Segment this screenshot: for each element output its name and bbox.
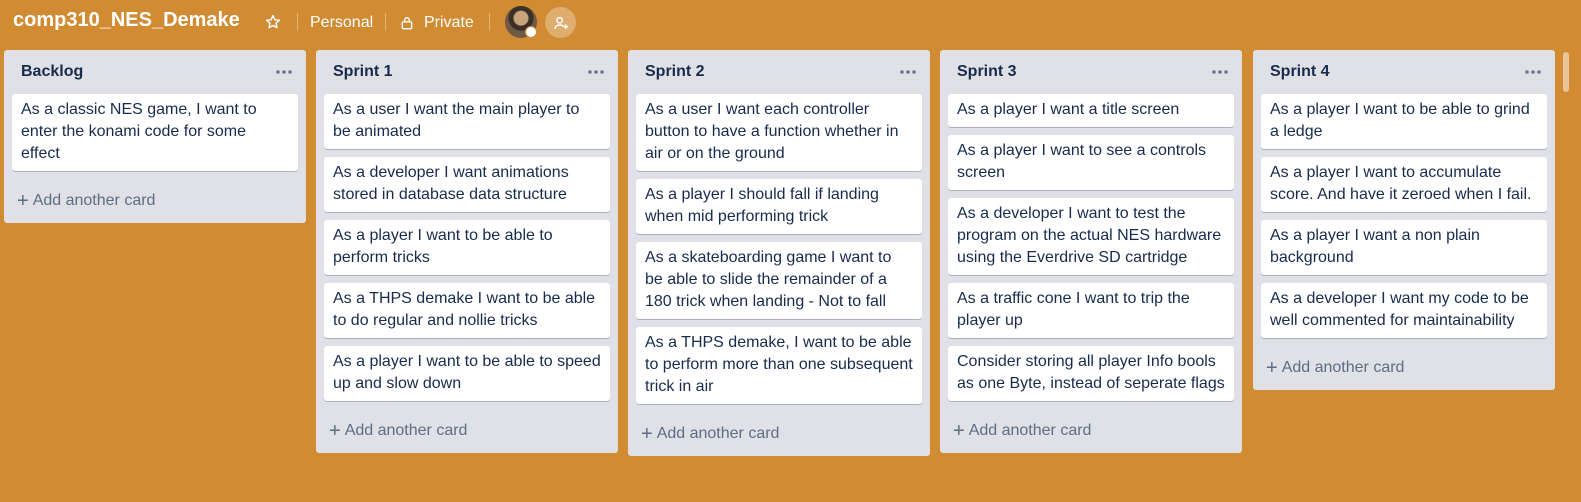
list-menu-button[interactable] <box>586 62 606 82</box>
add-card-label: Add another card <box>968 422 1092 439</box>
add-card-button[interactable]: + Add another card <box>628 412 930 456</box>
card[interactable]: As a developer I want my code to be well… <box>1261 283 1547 338</box>
plus-icon: + <box>17 190 29 212</box>
list-header: Backlog <box>4 50 306 94</box>
list-title[interactable]: Sprint 4 <box>1270 63 1330 81</box>
card[interactable]: As a player I want a non plain backgroun… <box>1261 220 1547 275</box>
list-menu-button[interactable] <box>898 62 918 82</box>
card[interactable]: As a player I want to be able to perform… <box>324 220 610 275</box>
add-card-button[interactable]: + Add another card <box>1253 346 1555 390</box>
header-divider <box>489 13 490 31</box>
star-button[interactable] <box>263 12 283 32</box>
more-icon <box>1212 70 1228 74</box>
list-header: Sprint 1 <box>316 50 618 94</box>
card[interactable]: As a player I want to accumulate score. … <box>1261 157 1547 212</box>
header-divider <box>385 13 386 31</box>
list-menu-button[interactable] <box>1210 62 1230 82</box>
list-header: Sprint 3 <box>940 50 1242 94</box>
add-card-button[interactable]: + Add another card <box>4 179 306 223</box>
add-card-button[interactable]: + Add another card <box>316 409 618 453</box>
more-icon <box>1525 70 1541 74</box>
list-title[interactable]: Backlog <box>21 63 83 81</box>
visibility-button[interactable]: Private <box>400 12 474 34</box>
more-icon <box>276 70 292 74</box>
add-card-label: Add another card <box>656 425 780 442</box>
visibility-label: Private <box>424 14 474 31</box>
plus-icon: + <box>1266 357 1278 379</box>
add-card-label: Add another card <box>1281 359 1405 376</box>
card[interactable]: As a player I want a title screen <box>948 94 1234 127</box>
card[interactable]: As a traffic cone I want to trip the pla… <box>948 283 1234 338</box>
list-menu-button[interactable] <box>274 62 294 82</box>
card[interactable]: As a classic NES game, I want to enter t… <box>12 94 298 171</box>
more-icon <box>588 70 604 74</box>
card[interactable]: As a player I want to see a controls scr… <box>948 135 1234 190</box>
list-title[interactable]: Sprint 2 <box>645 63 705 81</box>
team-button[interactable]: Personal <box>310 12 373 34</box>
list-backlog: Backlog As a classic NES game, I want to… <box>4 50 306 223</box>
add-card-label: Add another card <box>344 422 468 439</box>
list-menu-button[interactable] <box>1523 62 1543 82</box>
board-title[interactable]: comp310_NES_Demake <box>13 9 240 32</box>
card[interactable]: As a player I should fall if landing whe… <box>636 179 922 234</box>
list-sprint-4: Sprint 4 As a player I want to be able t… <box>1253 50 1555 390</box>
card[interactable]: As a user I want each controller button … <box>636 94 922 171</box>
invite-member-button[interactable] <box>545 7 576 38</box>
card[interactable]: Consider storing all player Info bools a… <box>948 346 1234 401</box>
header-divider <box>297 13 298 31</box>
card[interactable]: As a THPS demake I want to be able to do… <box>324 283 610 338</box>
card[interactable]: As a developer I want to test the progra… <box>948 198 1234 275</box>
card[interactable]: As a player I want to be able to grind a… <box>1261 94 1547 149</box>
add-card-label: Add another card <box>32 192 156 209</box>
lock-icon <box>401 17 413 30</box>
board-header: comp310_NES_Demake Personal Private <box>0 0 1581 46</box>
admin-badge-icon <box>525 26 537 38</box>
card[interactable]: As a THPS demake, I want to be able to p… <box>636 327 922 404</box>
plus-icon: + <box>953 420 965 442</box>
list-sprint-2: Sprint 2 As a user I want each controlle… <box>628 50 930 456</box>
card[interactable]: As a player I want to be able to speed u… <box>324 346 610 401</box>
card[interactable]: As a user I want the main player to be a… <box>324 94 610 149</box>
plus-icon: + <box>641 423 653 445</box>
card[interactable]: As a developer I want animations stored … <box>324 157 610 212</box>
add-card-button[interactable]: + Add another card <box>940 409 1242 453</box>
list-header: Sprint 4 <box>1253 50 1555 94</box>
star-icon <box>265 14 281 29</box>
list-sprint-3: Sprint 3 As a player I want a title scre… <box>940 50 1242 453</box>
plus-icon: + <box>329 420 341 442</box>
card[interactable]: As a skateboarding game I want to be abl… <box>636 242 922 319</box>
add-member-icon <box>553 16 568 29</box>
list-sprint-1: Sprint 1 As a user I want the main playe… <box>316 50 618 453</box>
more-icon <box>900 70 916 74</box>
list-header: Sprint 2 <box>628 50 930 94</box>
list-title[interactable]: Sprint 3 <box>957 63 1017 81</box>
list-title[interactable]: Sprint 1 <box>333 63 393 81</box>
board-scrollbar[interactable] <box>1563 52 1569 92</box>
